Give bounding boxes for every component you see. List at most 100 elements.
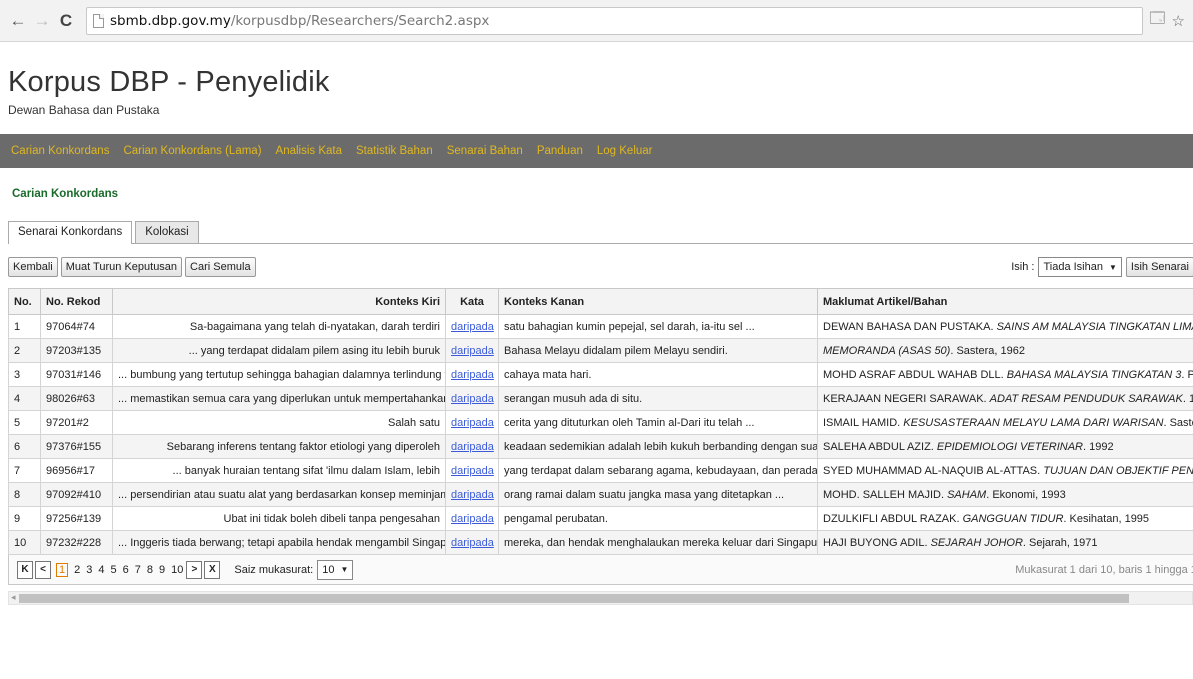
cell-kata: daripada — [445, 530, 499, 555]
kata-link[interactable]: daripada — [451, 393, 494, 405]
menu-item-carian-konkordans-lama[interactable]: Carian Konkordans (Lama) — [123, 145, 261, 157]
cell-konteks-kiri: Sa-bagaimana yang telah di-nyatakan, dar… — [112, 314, 446, 339]
cell-maklumat: SALEHA ABDUL AZIZ. EPIDEMIOLOGI VETERINA… — [817, 434, 1193, 459]
next-page-icon[interactable]: > — [186, 560, 203, 579]
kata-link[interactable]: daripada — [451, 345, 494, 357]
cell-konteks-kiri: ... bumbung yang tertutup sehingga bahag… — [112, 362, 446, 387]
cell-no-rekod: 97232#228 — [40, 530, 113, 555]
page-number-5[interactable]: 5 — [111, 564, 117, 576]
cell-konteks-kanan: yang terdapat dalam sebarang agama, kebu… — [498, 458, 818, 483]
cell-no-rekod: 97256#139 — [40, 506, 113, 531]
cell-konteks-kanan: satu bahagian kumin pepejal, sel darah, … — [498, 314, 818, 339]
kata-link[interactable]: daripada — [451, 441, 494, 453]
cell-kata: daripada — [445, 482, 499, 507]
page-number-2[interactable]: 2 — [74, 564, 80, 576]
table-row: 2 97203#135... yang terdapat didalam pile… — [8, 338, 1193, 363]
scrollbar-thumb[interactable] — [19, 594, 1129, 603]
col-header-no[interactable]: No. — [8, 288, 41, 315]
col-header-no-rekod[interactable]: No. Rekod — [40, 288, 113, 315]
page-size-select[interactable]: 10 ▼ — [317, 559, 354, 580]
page-number-6[interactable]: 6 — [123, 564, 129, 576]
cell-no: 9 — [8, 506, 41, 531]
cell-maklumat: HAJI BUYONG ADIL. SEJARAH JOHOR. Sejarah… — [817, 530, 1193, 555]
col-header-konteks-kanan[interactable]: Konteks Kanan — [498, 288, 818, 315]
table-row: 3 97031#146... bumbung yang tertutup sehi… — [8, 362, 1193, 387]
tab-senarai-konkordans[interactable]: Senarai Konkordans — [8, 221, 133, 244]
horizontal-scrollbar[interactable]: ◂ — [8, 591, 1193, 605]
main-menu: Carian Konkordans Carian Konkordans (Lam… — [0, 134, 1193, 168]
maklumat-title: TUJUAN DAN OBJEKTIF PENDIDIKAN ISLAM — [1043, 464, 1193, 477]
menu-item-statistik-bahan[interactable]: Statistik Bahan — [356, 145, 433, 157]
scroll-left-icon[interactable]: ◂ — [11, 592, 16, 603]
kata-link[interactable]: daripada — [451, 489, 494, 501]
forward-arrow-icon[interactable]: → — [32, 11, 52, 31]
section-title: Carian Konkordans — [12, 188, 119, 200]
kata-link[interactable]: daripada — [451, 321, 494, 333]
col-header-maklumat[interactable]: Maklumat Artikel/Bahan — [817, 288, 1193, 315]
pager: K < 1 2 3 4 5 6 7 8 9 10 > X Saiz mukasurat: 10 ▼… — [8, 555, 1193, 585]
sort-select[interactable]: Tiada Isihan ▼ — [1038, 257, 1122, 277]
page-number-1[interactable]: 1 — [56, 562, 69, 577]
kata-link[interactable]: daripada — [451, 417, 494, 429]
maklumat-detail: . 1992 — [1083, 440, 1114, 453]
cell-kata: daripada — [445, 434, 499, 459]
cell-kata: daripada — [445, 410, 499, 435]
kata-link[interactable]: daripada — [451, 369, 494, 381]
menu-item-panduan[interactable]: Panduan — [537, 145, 583, 157]
page-number-3[interactable]: 3 — [86, 564, 92, 576]
caret-down-icon: ▼ — [1108, 262, 1117, 272]
cell-no-rekod: 97203#135 — [40, 338, 113, 363]
translate-icon[interactable]: 🗔 — [1149, 8, 1165, 33]
back-button[interactable]: Kembali — [8, 257, 58, 277]
maklumat-title: SEJARAH JOHOR — [930, 536, 1023, 549]
maklumat-author: HAJI BUYONG ADIL. — [823, 536, 931, 549]
page-number-10[interactable]: 10 — [171, 564, 183, 576]
col-header-konteks-kiri[interactable]: Konteks Kiri — [112, 288, 446, 315]
star-icon[interactable]: ☆ — [1172, 12, 1185, 30]
menu-item-analisis-kata[interactable]: Analisis Kata — [276, 145, 342, 157]
menu-item-carian-konkordans[interactable]: Carian Konkordans — [11, 145, 109, 157]
caret-down-icon: ▼ — [340, 565, 349, 574]
cell-no: 7 — [8, 458, 41, 483]
menu-item-log-keluar[interactable]: Log Keluar — [597, 145, 653, 157]
sort-button[interactable]: Isih Senarai — [1125, 257, 1193, 277]
kata-link[interactable]: daripada — [451, 537, 494, 549]
cell-konteks-kanan: mereka, dan hendak menghalaukan mereka k… — [498, 530, 818, 555]
reload-icon[interactable]: C — [56, 11, 76, 31]
page-numbers: 1 2 3 4 5 6 7 8 9 10 — [53, 562, 186, 577]
page-number-8[interactable]: 8 — [147, 564, 153, 576]
download-button[interactable]: Muat Turun Keputusan — [60, 257, 183, 277]
address-bar[interactable]: sbmb.dbp.gov.my/korpusdbp/Researchers/Se… — [86, 6, 1144, 35]
cell-konteks-kiri: ... yang terdapat didalam pilem asing it… — [112, 338, 446, 363]
table-row: 6 97376#155 Sebarang inferens tentang fakt… — [8, 434, 1193, 459]
cell-no: 5 — [8, 410, 41, 435]
page-number-4[interactable]: 4 — [98, 564, 104, 576]
tab-kolokasi[interactable]: Kolokasi — [135, 221, 199, 243]
first-page-icon[interactable]: K — [17, 560, 33, 579]
cell-maklumat: MEMORANDA (ASAS 50). Sastera, 1962 — [817, 338, 1193, 363]
maklumat-title: EPIDEMIOLOGI VETERINAR — [936, 440, 1084, 453]
page-number-9[interactable]: 9 — [159, 564, 165, 576]
maklumat-title: GANGGUAN TIDUR — [962, 512, 1064, 525]
cell-konteks-kanan: orang ramai dalam suatu jangka masa yang… — [498, 482, 818, 507]
cell-no: 6 — [8, 434, 41, 459]
back-arrow-icon[interactable]: ← — [8, 11, 28, 31]
maklumat-author: ISMAIL HAMID. — [823, 416, 904, 429]
maklumat-title: KESUSASTERAAN MELAYU LAMA DARI WARISAN — [903, 416, 1164, 429]
cell-kata: daripada — [445, 506, 499, 531]
search-again-button[interactable]: Cari Semula — [185, 257, 256, 277]
cell-konteks-kiri: Salah satu — [112, 410, 446, 435]
col-header-kata[interactable]: Kata — [445, 288, 499, 315]
cell-konteks-kiri: ... banyak huraian tentang sifat 'ilmu d… — [112, 458, 446, 483]
maklumat-author: DZULKIFLI ABDUL RAZAK. — [823, 512, 963, 525]
cell-maklumat: DZULKIFLI ABDUL RAZAK. GANGGUAN TIDUR. K… — [817, 506, 1193, 531]
maklumat-detail: . Kesihatan, 1995 — [1063, 512, 1150, 525]
kata-link[interactable]: daripada — [451, 465, 494, 477]
tab-bar: Senarai Konkordans Kolokasi — [8, 221, 1193, 244]
page-number-7[interactable]: 7 — [135, 564, 141, 576]
last-page-icon[interactable]: X — [204, 560, 221, 579]
kata-link[interactable]: daripada — [451, 513, 494, 525]
menu-item-senarai-bahan[interactable]: Senarai Bahan — [447, 145, 523, 157]
cell-konteks-kanan: Bahasa Melayu didalam pilem Melayu sendi… — [498, 338, 818, 363]
prev-page-icon[interactable]: < — [35, 560, 51, 579]
